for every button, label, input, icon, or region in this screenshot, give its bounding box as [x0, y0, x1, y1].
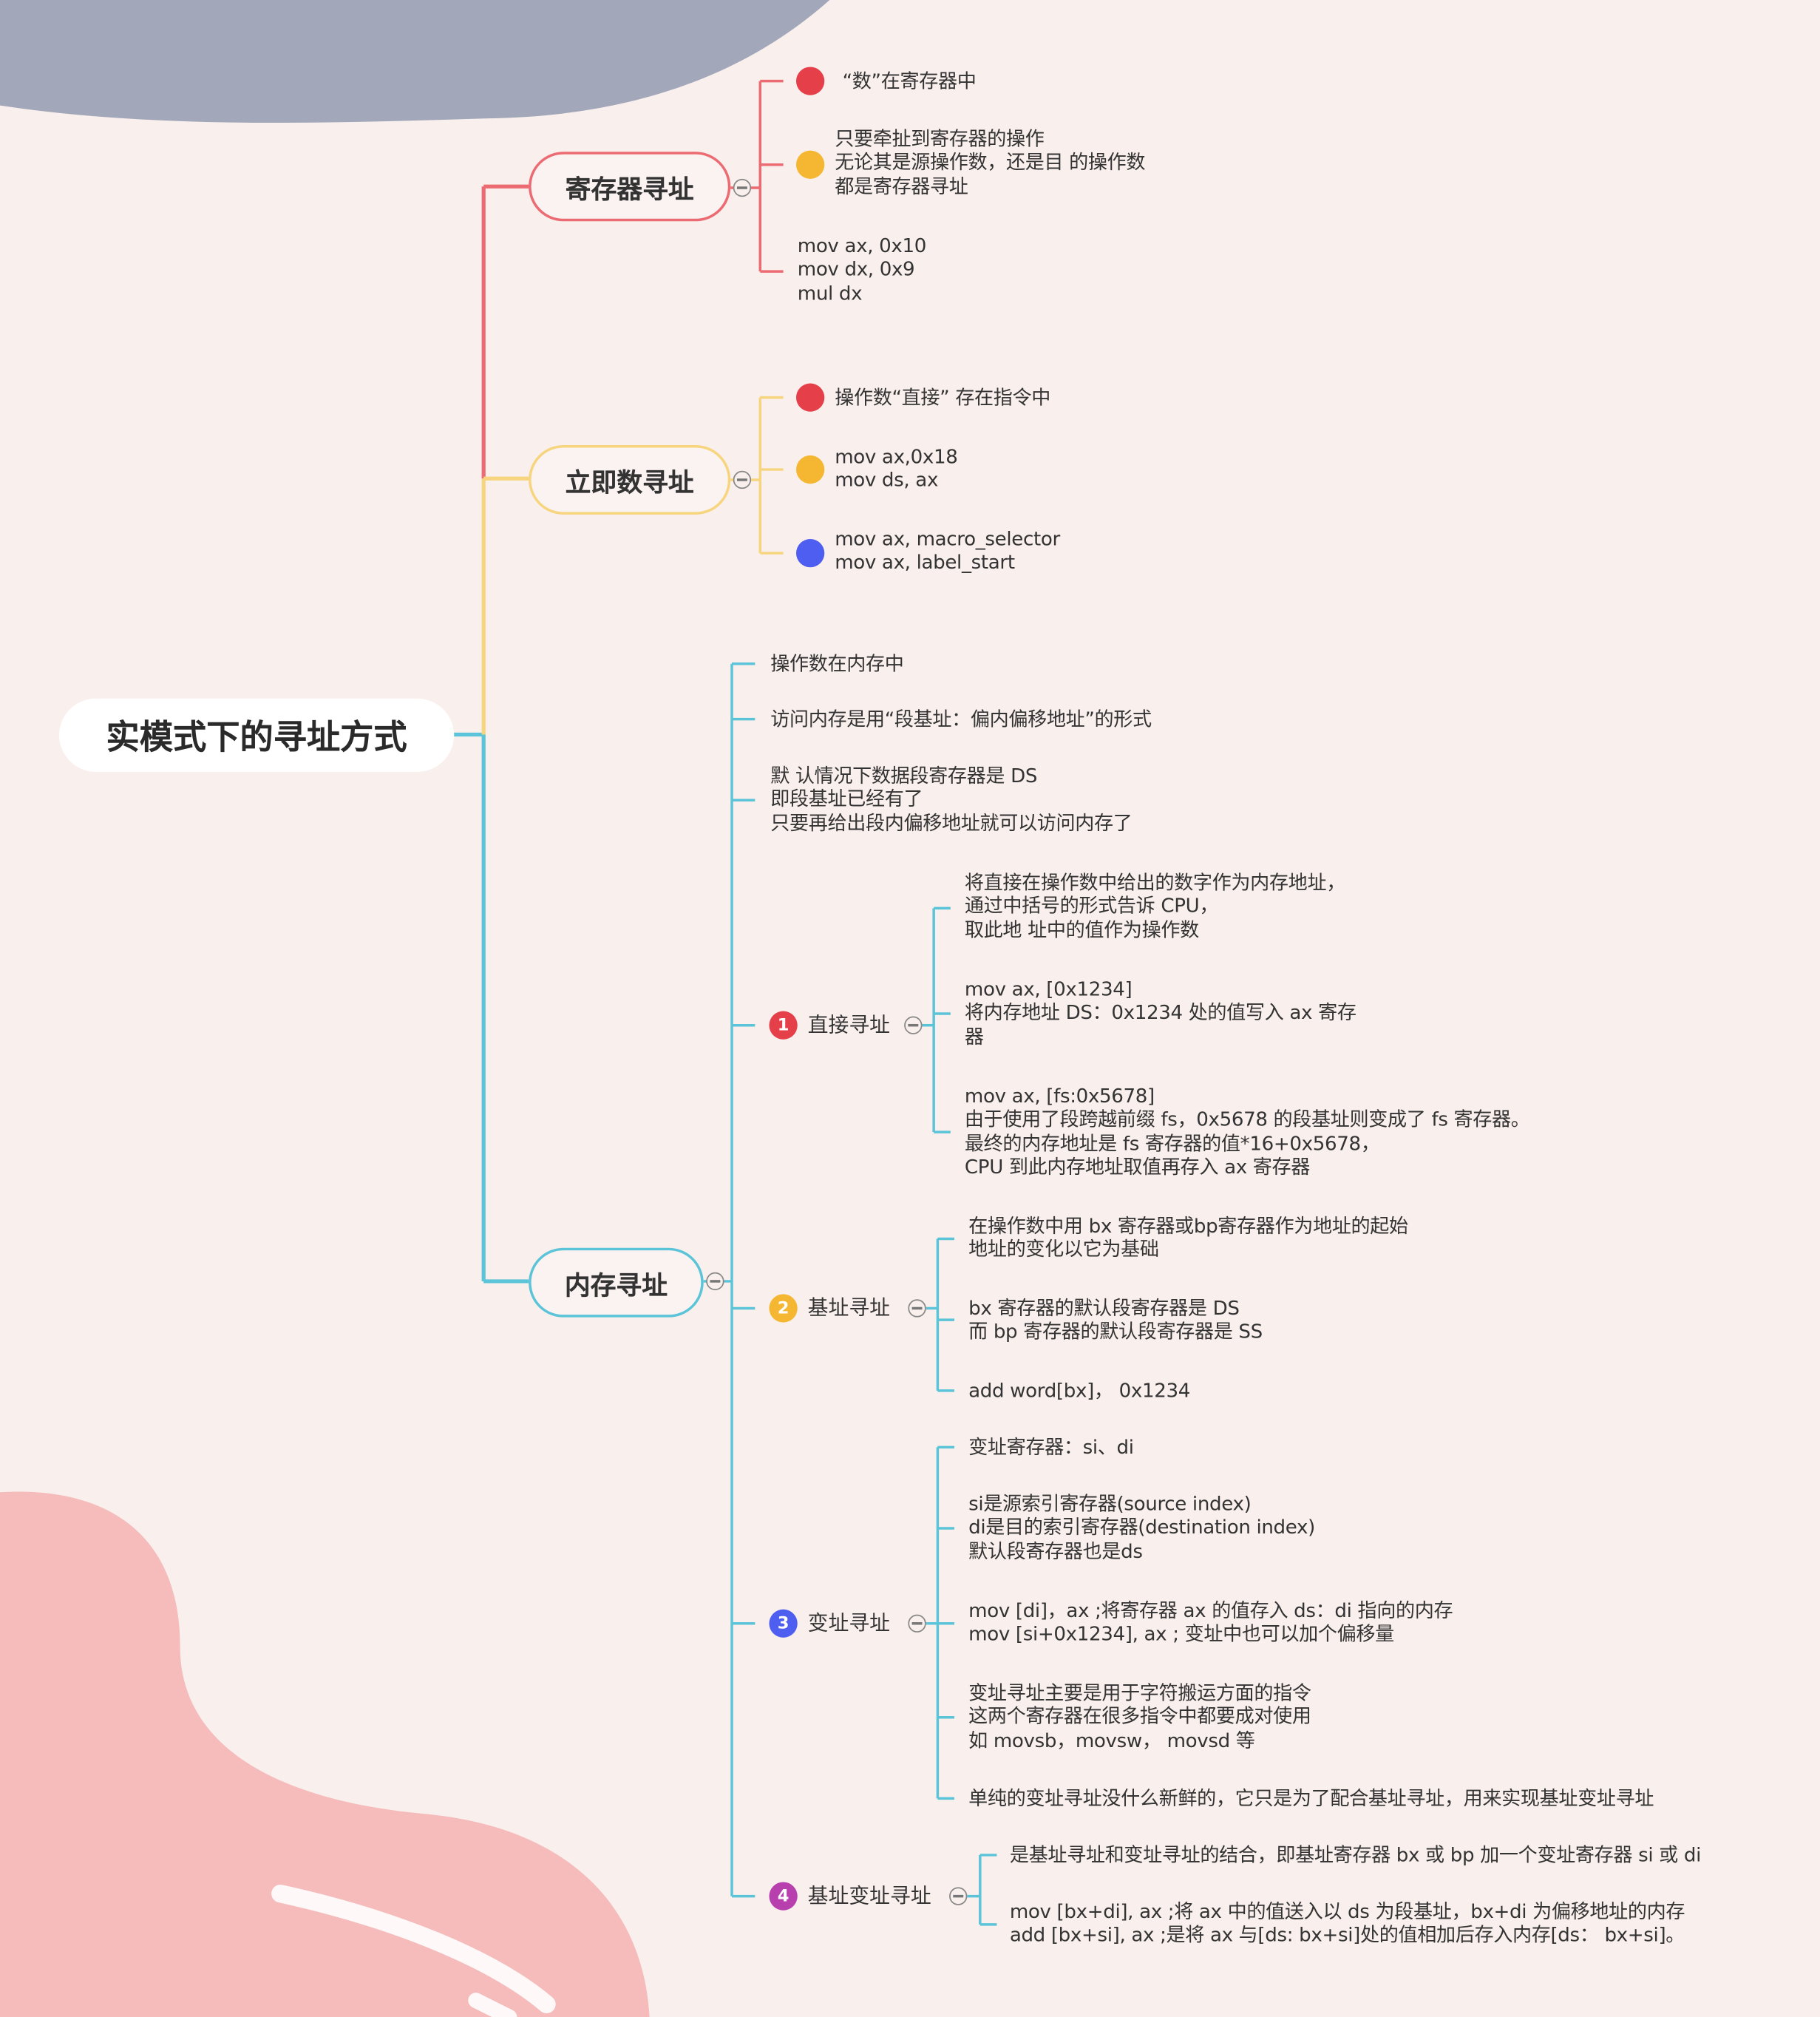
number-badge	[795, 539, 825, 568]
minus-circle-icon[interactable]	[908, 1299, 926, 1318]
mindmap-canvas: 实模式下的寻址方式 寄存器寻址立即数寻址内存寻址 “数”在寄存器中只要牵扯到寄存器…	[0, 0, 1820, 2017]
branch-topic[interactable]: 内存寻址	[529, 1247, 704, 1318]
node-text[interactable]: 是基址寻址和变址寻址的结合，即基址寄存器 bx 或 bp 加一个变址寄存器 si…	[1010, 1843, 1702, 1867]
node-text[interactable]: si是源索引寄存器(source index) di是目的索引寄存器(desti…	[968, 1492, 1315, 1564]
node-text[interactable]: mov ax, [fs:0x5678] 由于使用了段跨越前缀 fs，0x5678…	[965, 1084, 1530, 1179]
minus-circle-icon[interactable]	[949, 1887, 968, 1905]
minus-circle-icon[interactable]	[733, 178, 752, 197]
node-text[interactable]: mov [bx+di], ax ;将 ax 中的值送入以 ds 为段基址，bx+…	[1010, 1899, 1685, 1947]
number-badge: 2	[769, 1294, 798, 1323]
minus-circle-icon[interactable]	[706, 1272, 724, 1291]
node-text[interactable]: 默 认情况下数据段寄存器是 DS 即段基址已经有了 只要再给出段内偏移地址就可以…	[770, 764, 1133, 835]
minus-circle-icon[interactable]	[904, 1016, 923, 1034]
branch-topic[interactable]: 寄存器寻址	[529, 152, 731, 222]
number-badge	[795, 67, 825, 95]
node-text[interactable]: 变址寄存器：si、di	[968, 1435, 1134, 1459]
minus-circle-icon[interactable]	[908, 1614, 926, 1633]
number-badge: 1	[769, 1011, 798, 1040]
number-badge	[795, 383, 825, 412]
subtopic-label[interactable]: 基址寻址	[808, 1295, 890, 1321]
subtopic-label[interactable]: 变址寻址	[808, 1610, 890, 1636]
node-text[interactable]: add word[bx]， 0x1234	[968, 1379, 1190, 1403]
minus-circle-icon[interactable]	[733, 470, 752, 489]
node-text[interactable]: 操作数在内存中	[770, 652, 904, 676]
number-badge: 3	[769, 1609, 798, 1638]
number-badge	[795, 150, 825, 179]
node-text[interactable]: mov ax, [0x1234] 将内存地址 DS：0x1234 处的值写入 a…	[965, 977, 1356, 1049]
node-text[interactable]: bx 寄存器的默认段寄存器是 DS 而 bp 寄存器的默认段寄存器是 SS	[968, 1296, 1263, 1343]
node-text[interactable]: “数”在寄存器中	[843, 70, 977, 93]
node-text[interactable]: 在操作数中用 bx 寄存器或bp寄存器作为地址的起始 地址的变化以它为基础	[968, 1214, 1408, 1261]
root-topic[interactable]: 实模式下的寻址方式	[59, 698, 455, 772]
node-text[interactable]: mov ax,0x18 mov ds, ax	[835, 445, 958, 492]
node-text[interactable]: 访问内存是用“段基址：偏内偏移地址”的形式	[770, 708, 1152, 731]
node-text[interactable]: 变址寻址主要是用于字符搬运方面的指令 这两个寄存器在很多指令中都要成对使用 如 …	[968, 1681, 1311, 1753]
node-text[interactable]: 将直接在操作数中给出的数字作为内存地址， 通过中括号的形式告诉 CPU， 取此地…	[965, 870, 1345, 942]
number-badge	[795, 455, 825, 484]
node-text[interactable]: mov [di]，ax ;将寄存器 ax 的值存入 ds：di 指向的内存 mo…	[968, 1599, 1453, 1646]
subtopic-label[interactable]: 直接寻址	[808, 1012, 890, 1038]
number-badge: 4	[769, 1882, 798, 1911]
subtopic-label[interactable]: 基址变址寻址	[808, 1883, 931, 1909]
node-text[interactable]: 只要牵扯到寄存器的操作 无论其是源操作数，还是目 的操作数 都是寄存器寻址	[835, 127, 1145, 199]
node-text[interactable]: 操作数“直接” 存在指令中	[835, 386, 1050, 410]
node-text[interactable]: 单纯的变址寻址没什么新鲜的，它只是为了配合基址寻址，用来实现基址变址寻址	[968, 1786, 1654, 1810]
node-text[interactable]: mov ax, macro_selector mov ax, label_sta…	[835, 527, 1060, 574]
node-text[interactable]: mov ax, 0x10 mov dx, 0x9 mul dx	[798, 234, 927, 305]
branch-topic[interactable]: 立即数寻址	[529, 445, 731, 515]
